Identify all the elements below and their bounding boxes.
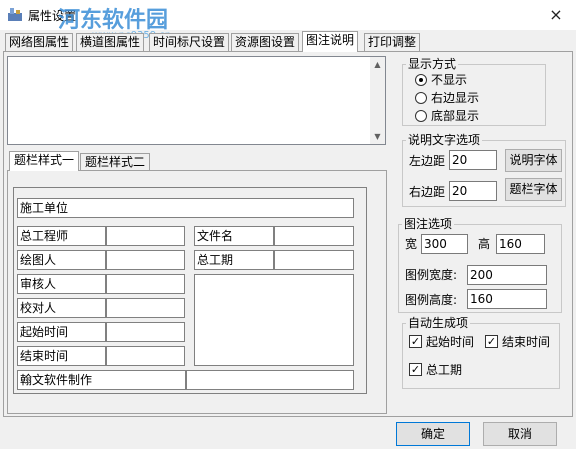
radio-right-label[interactable]: 右边显示 [431, 91, 479, 105]
legend-height-input[interactable]: 160 [467, 289, 547, 309]
title-font-button[interactable]: 题栏字体 [505, 178, 562, 201]
cancel-button[interactable]: 取消 [483, 422, 557, 446]
checkbox-start-time-label[interactable]: 起始时间 [426, 335, 474, 349]
cell-reviewer-value [106, 274, 185, 294]
app-icon [7, 6, 23, 22]
radio-bottom[interactable] [415, 110, 427, 122]
legend-width-label: 图例宽度: [405, 268, 458, 282]
left-margin-label: 左边距 [409, 154, 446, 168]
tab-gantt-chart[interactable]: 横道图属性 [76, 33, 145, 51]
cell-footer-maker: 翰文软件制作 [17, 370, 186, 390]
auto-items-title: 自动生成项 [406, 316, 471, 330]
cell-file-name: 文件名 [194, 226, 274, 246]
checkbox-end-time[interactable]: ✓ [485, 335, 498, 348]
legend-width-input[interactable]: 200 [467, 265, 547, 285]
width-label: 宽 [405, 237, 418, 251]
cell-start-time-value [106, 322, 185, 342]
checkbox-end-time-label[interactable]: 结束时间 [502, 335, 550, 349]
left-margin-input[interactable]: 20 [449, 150, 497, 170]
checkbox-start-time[interactable]: ✓ [409, 335, 422, 348]
notes-textarea[interactable] [7, 56, 386, 145]
cell-file-name-value [274, 226, 354, 246]
cell-chief-engineer: 总工程师 [17, 226, 106, 246]
right-margin-input[interactable]: 20 [449, 181, 497, 201]
auto-items-group [402, 323, 560, 389]
cell-footer-value [186, 370, 354, 390]
tab-title-style-1[interactable]: 题栏样式一 [9, 151, 80, 171]
radio-hidden[interactable] [415, 74, 427, 86]
height-input[interactable]: 160 [496, 234, 545, 254]
display-mode-title: 显示方式 [406, 57, 459, 71]
height-label: 高 [478, 237, 491, 251]
width-input[interactable]: 300 [421, 234, 468, 254]
cell-stamp-area [194, 274, 354, 366]
cell-reviewer: 审核人 [17, 274, 106, 294]
cell-total-duration-value [274, 250, 354, 270]
cell-start-time: 起始时间 [17, 322, 106, 342]
checkbox-total-duration-label[interactable]: 总工期 [426, 363, 462, 377]
radio-right[interactable] [415, 92, 427, 104]
cell-chief-engineer-value [106, 226, 185, 246]
tab-resource-chart[interactable]: 资源图设置 [231, 33, 300, 51]
tab-title-style-2[interactable]: 题栏样式二 [80, 153, 151, 170]
desc-font-button[interactable]: 说明字体 [505, 149, 562, 172]
radio-hidden-label[interactable]: 不显示 [431, 73, 467, 87]
legend-options-title: 图注选项 [402, 217, 455, 231]
cell-drafter-value [106, 250, 185, 270]
checkbox-total-duration[interactable]: ✓ [409, 363, 422, 376]
cell-checker: 校对人 [17, 298, 106, 318]
tab-time-scale[interactable]: 时间标尺设置 [149, 33, 230, 51]
right-margin-label: 右边距 [409, 185, 446, 199]
scroll-up-icon[interactable]: ▲ [370, 57, 385, 72]
ok-button[interactable]: 确定 [396, 422, 470, 446]
notes-scrollbar[interactable]: ▲ ▼ [370, 57, 385, 144]
tab-print-adjust[interactable]: 打印调整 [364, 33, 421, 51]
tab-legend-notes[interactable]: 图注说明 [302, 31, 359, 52]
cell-construction-unit: 施工单位 [17, 198, 354, 218]
legend-height-label: 图例高度: [405, 293, 458, 307]
scroll-down-icon[interactable]: ▼ [370, 129, 385, 144]
cell-end-time: 结束时间 [17, 346, 106, 366]
radio-bottom-label[interactable]: 底部显示 [431, 109, 479, 123]
cell-end-time-value [106, 346, 185, 366]
cell-total-duration: 总工期 [194, 250, 274, 270]
close-button[interactable]: × [541, 3, 571, 27]
tab-network-chart[interactable]: 网络图属性 [5, 33, 74, 51]
cell-checker-value [106, 298, 185, 318]
cell-drafter: 绘图人 [17, 250, 106, 270]
text-options-title: 说明文字选项 [406, 133, 483, 147]
